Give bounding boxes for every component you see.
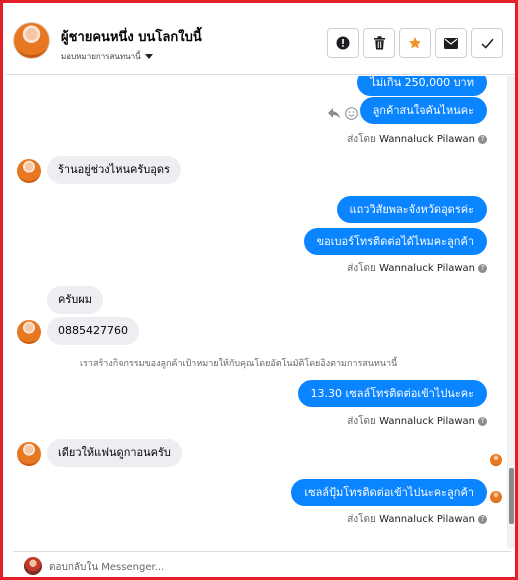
outgoing-message[interactable]: ลูกค้าสนใจคันไหนคะ — [359, 97, 487, 124]
emoji-reaction-icon[interactable] — [345, 107, 358, 120]
sent-by-label: ส่งโดย Wannaluck Pilawan? — [347, 414, 487, 429]
help-icon[interactable]: ? — [478, 514, 487, 524]
checkmark-icon — [480, 38, 494, 49]
reply-input[interactable]: ตอบกลับใน Messenger... — [49, 560, 164, 575]
sent-by-prefix: ส่งโดย — [347, 134, 376, 145]
contact-avatar-small[interactable] — [17, 442, 41, 466]
sent-by-prefix: ส่งโดย — [347, 514, 376, 525]
email-button[interactable] — [435, 28, 467, 58]
contact-name[interactable]: ผู้ชายคนหนึ่ง บนโลกใบนี้ — [61, 26, 202, 47]
help-icon[interactable]: ? — [478, 416, 487, 426]
incoming-message[interactable]: ร้านอยู่ช่วงไหนครับอุดร — [47, 156, 181, 184]
help-icon[interactable]: ? — [478, 134, 487, 144]
sent-by-prefix: ส่งโดย — [347, 263, 376, 274]
incoming-message[interactable]: เดียวให้แฟนดูกาอนครับ — [47, 439, 182, 467]
incoming-message[interactable]: 0885427760 — [47, 317, 139, 345]
envelope-icon — [444, 37, 458, 49]
contact-avatar-small[interactable] — [17, 159, 41, 183]
reply-icon[interactable] — [327, 107, 341, 120]
incoming-message[interactable]: ครับผม — [47, 286, 103, 314]
assign-label: มอบหมายการสนทนานี้ — [61, 52, 141, 61]
sent-by-prefix: ส่งโดย — [347, 416, 376, 427]
sender-name: Wannaluck Pilawan — [379, 514, 475, 525]
caret-down-icon — [144, 54, 153, 59]
message-list[interactable]: ไม่เกิน 250,000 บาท ลูกค้าสนใจคันไหนคะ ส… — [6, 76, 506, 548]
sender-name: Wannaluck Pilawan — [379, 416, 475, 427]
conversation-panel: ผู้ชายคนหนึ่ง บนโลกใบนี้ มอบหมายการสนทนา… — [0, 0, 518, 580]
outgoing-message[interactable]: แถววิสัยพละจังหวัดอุดรค่ะ — [336, 196, 487, 223]
outgoing-message[interactable]: เซลล์ปุ้มโทรติดต่อเข้าไปนะคะลูกค้า — [291, 479, 487, 506]
mark-done-button[interactable] — [471, 28, 503, 58]
contact-avatar[interactable] — [13, 22, 50, 59]
spam-button[interactable] — [327, 28, 359, 58]
sender-name: Wannaluck Pilawan — [379, 134, 475, 145]
conversation-header: ผู้ชายคนหนึ่ง บนโลกใบนี้ มอบหมายการสนทนา… — [6, 6, 515, 75]
page-avatar — [24, 557, 42, 575]
reply-composer[interactable]: ตอบกลับใน Messenger... — [13, 551, 511, 577]
outgoing-message[interactable]: 13.30 เซลล์โทรติดต่อเข้าไปนะคะ — [297, 380, 487, 407]
sent-by-label: ส่งโดย Wannaluck Pilawan? — [347, 512, 487, 527]
scrollbar-thumb[interactable] — [509, 468, 514, 524]
trash-icon — [373, 36, 385, 50]
seen-indicator-avatar — [490, 454, 502, 466]
sent-by-label: ส่งโดย Wannaluck Pilawan? — [347, 261, 487, 276]
delete-button[interactable] — [363, 28, 395, 58]
sender-name: Wannaluck Pilawan — [379, 263, 475, 274]
assign-conversation-dropdown[interactable]: มอบหมายการสนทนานี้ — [61, 50, 153, 63]
outgoing-message[interactable]: ขอเบอร์โทรติดต่อได้ไหมคะลูกค้า — [303, 228, 487, 255]
sent-by-label: ส่งโดย Wannaluck Pilawan? — [347, 132, 487, 147]
star-button[interactable] — [399, 28, 431, 58]
seen-indicator-avatar — [490, 491, 502, 503]
system-notice: เราสร้างกิจกรรมของลูกค้าเป้าหมายให้กับคุ… — [80, 359, 398, 369]
alert-circle-icon — [336, 36, 350, 50]
help-icon[interactable]: ? — [478, 263, 487, 273]
contact-avatar-small[interactable] — [17, 320, 41, 344]
star-icon — [409, 37, 421, 49]
message-actions — [327, 107, 359, 121]
outgoing-message[interactable]: ไม่เกิน 250,000 บาท — [357, 76, 487, 96]
